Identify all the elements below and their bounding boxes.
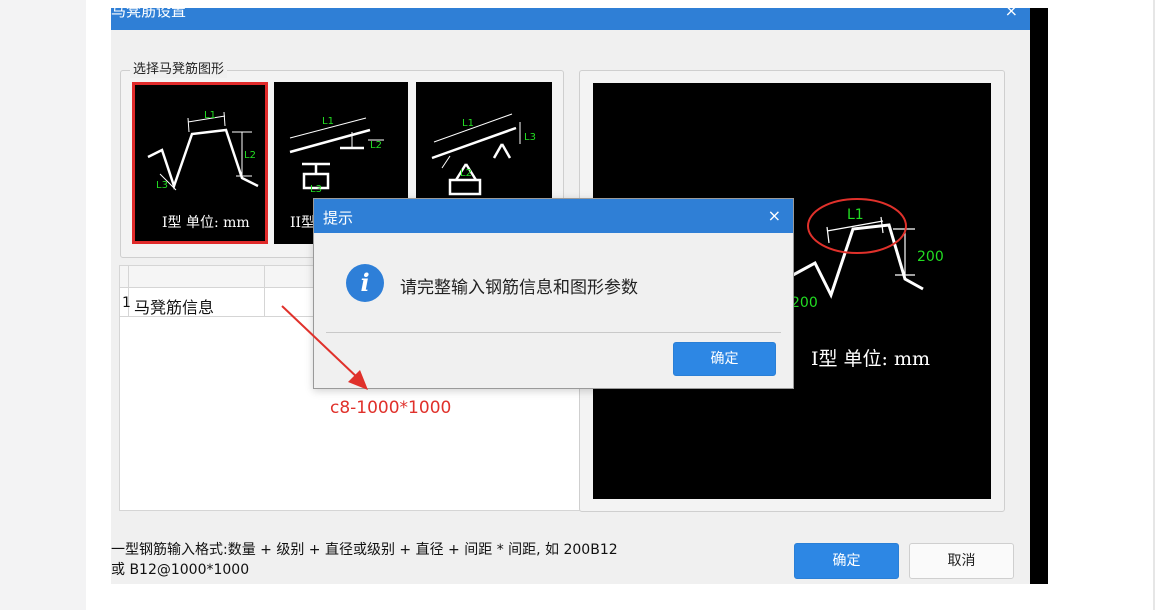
annotation-text: c8-1000*1000 bbox=[330, 398, 452, 418]
annotation-arrow bbox=[281, 305, 368, 390]
